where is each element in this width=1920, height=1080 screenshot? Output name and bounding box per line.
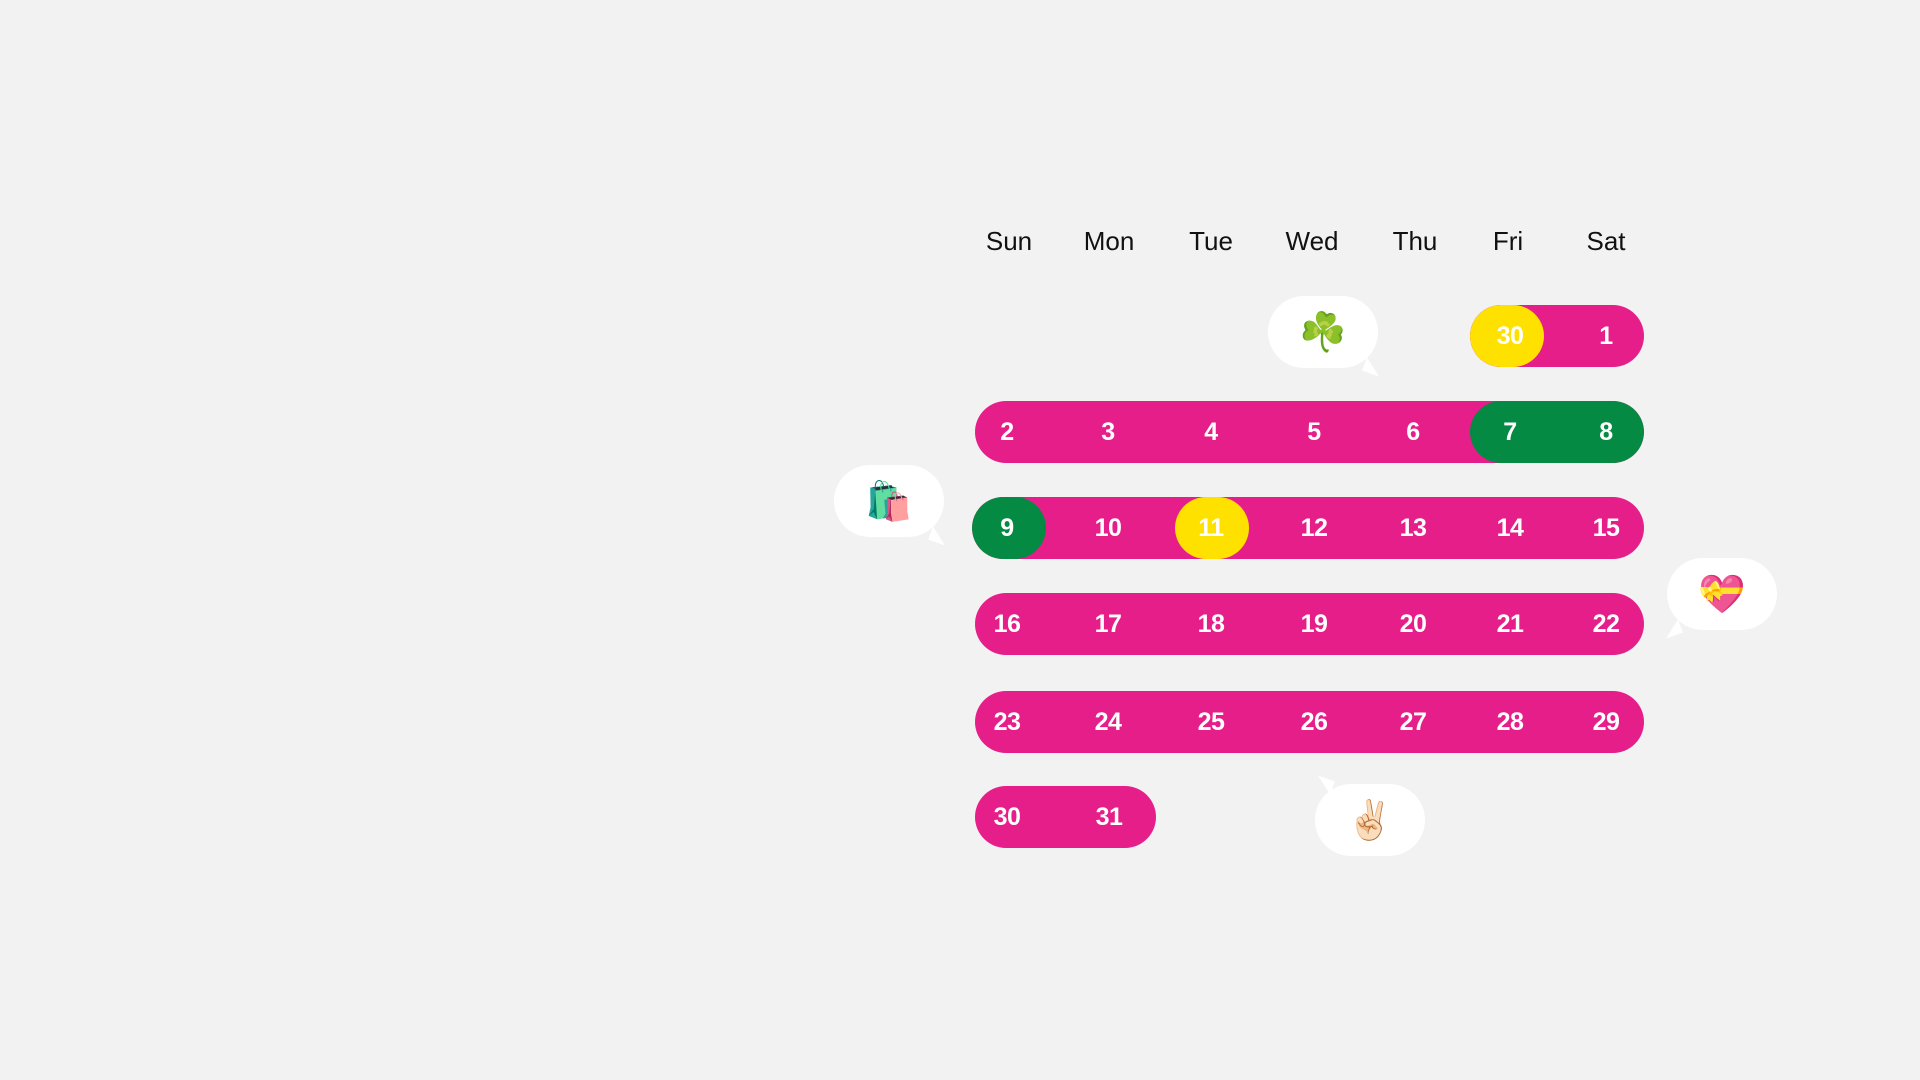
- day-cell[interactable]: 30: [1470, 305, 1550, 367]
- day-cell[interactable]: 14: [1470, 497, 1550, 559]
- day-cell[interactable]: 21: [1470, 593, 1550, 655]
- day-cell[interactable]: 13: [1373, 497, 1453, 559]
- week-6-range: 30 31: [975, 786, 1156, 848]
- day-cell[interactable]: 10: [1068, 497, 1148, 559]
- day-cell[interactable]: 19: [1274, 593, 1354, 655]
- day-cell[interactable]: 24: [1068, 691, 1148, 753]
- bubble-tail: [1313, 775, 1335, 795]
- day-cell[interactable]: 5: [1274, 401, 1354, 463]
- weekday-tue: Tue: [1189, 226, 1233, 256]
- day-cell[interactable]: 29: [1566, 691, 1644, 753]
- day-cell[interactable]: 3: [1068, 401, 1148, 463]
- victory-hand-bubble: ✌🏻: [1313, 775, 1425, 856]
- day-cell[interactable]: 30: [975, 786, 1047, 848]
- day-cell[interactable]: 16: [975, 593, 1047, 655]
- day-cell[interactable]: 26: [1274, 691, 1354, 753]
- day-cell[interactable]: 28: [1470, 691, 1550, 753]
- bubble-tail: [1362, 357, 1384, 377]
- weekday-sat: Sat: [1586, 226, 1626, 256]
- day-cell[interactable]: 7: [1470, 401, 1550, 463]
- weekday-thu: Thu: [1392, 226, 1438, 256]
- weekday-wed: Wed: [1285, 226, 1339, 256]
- bubble-tail: [928, 526, 950, 546]
- heart-with-ribbon-icon: 💝: [1698, 572, 1746, 616]
- week-3-range: 9 10 11 12 13 14 15: [972, 497, 1644, 559]
- day-cell[interactable]: 1: [1566, 305, 1644, 367]
- day-cell[interactable]: 31: [1069, 786, 1149, 848]
- shamrock-icon: ☘️: [1299, 310, 1347, 354]
- weekday-sun: Sun: [985, 226, 1033, 256]
- day-cell[interactable]: 9: [972, 497, 1047, 559]
- shopping-bags-icon: 🛍️: [865, 479, 913, 523]
- week-5-range: 23 24 25 26 27 28 29: [975, 691, 1644, 753]
- day-cell[interactable]: 20: [1373, 593, 1453, 655]
- day-cell[interactable]: 4: [1171, 401, 1251, 463]
- day-cell[interactable]: 15: [1566, 497, 1644, 559]
- day-cell[interactable]: 22: [1566, 593, 1644, 655]
- weekday-fri: Fri: [1492, 226, 1524, 256]
- day-cell[interactable]: 27: [1373, 691, 1453, 753]
- day-cell[interactable]: 12: [1274, 497, 1354, 559]
- week-2-range: 2 3 4 5 6 7 8: [975, 401, 1644, 463]
- day-cell[interactable]: 23: [975, 691, 1047, 753]
- victory-hand-icon: ✌🏻: [1346, 798, 1394, 842]
- bubble-tail: [1661, 619, 1683, 639]
- day-cell[interactable]: 25: [1171, 691, 1251, 753]
- weekday-mon: Mon: [1083, 226, 1135, 256]
- day-cell[interactable]: 8: [1566, 401, 1644, 463]
- shopping-bags-bubble: 🛍️: [834, 465, 950, 546]
- day-cell[interactable]: 2: [975, 401, 1047, 463]
- day-cell[interactable]: 6: [1373, 401, 1453, 463]
- heart-with-ribbon-bubble: 💝: [1661, 558, 1777, 639]
- week-4-range: 16 17 18 19 20 21 22: [975, 593, 1644, 655]
- day-cell[interactable]: 17: [1068, 593, 1148, 655]
- day-cell[interactable]: 11: [1171, 497, 1251, 559]
- day-cell[interactable]: 18: [1171, 593, 1251, 655]
- shamrock-bubble: ☘️: [1268, 296, 1384, 377]
- week-1-range: 30 1: [1470, 305, 1644, 367]
- calendar-stage: Sun Mon Tue Wed Thu Fri Sat 30 1 2 3 4 5…: [0, 0, 1920, 1080]
